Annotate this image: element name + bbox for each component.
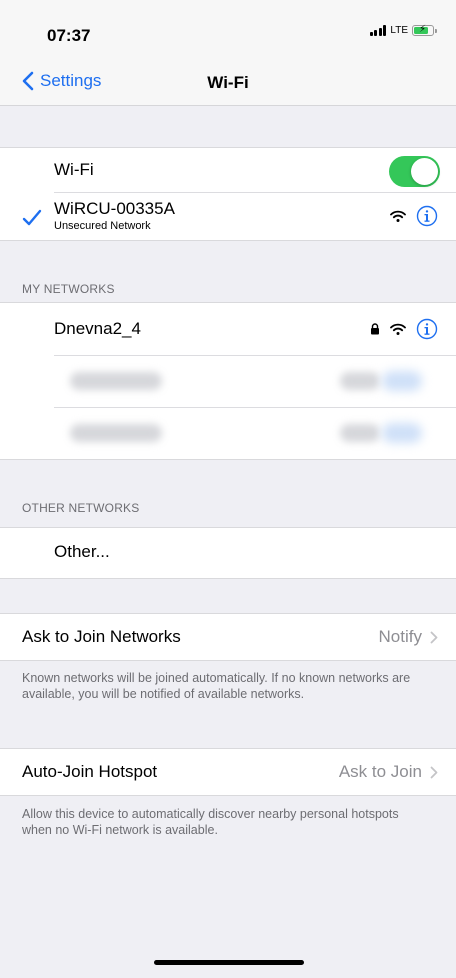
wifi-toggle-switch[interactable] (389, 156, 440, 187)
cellular-signal-icon (369, 25, 387, 36)
ask-to-join-row[interactable]: Ask to Join Networks Notify (0, 614, 456, 660)
status-indicators: LTE ⚡ (369, 24, 437, 36)
chevron-right-icon (430, 631, 438, 643)
battery-charging-icon: ⚡ (412, 24, 437, 36)
redacted-network-name (70, 424, 162, 442)
connected-network-name: WiRCU-00335A (54, 199, 175, 218)
status-time: 07:37 (47, 26, 91, 45)
my-networks-group: Dnevna2_4 (0, 302, 456, 460)
network-type-label: LTE (390, 25, 408, 36)
page-title: Wi-Fi (207, 73, 249, 92)
wifi-toggle-label: Wi-Fi (54, 160, 94, 179)
redacted-network-icons (340, 372, 380, 390)
my-networks-header: MY NETWORKS (22, 282, 115, 296)
wifi-signal-icon (390, 210, 406, 222)
connected-network-status: Unsecured Network (54, 220, 151, 232)
redacted-info-icon (382, 423, 422, 443)
redacted-network-name (70, 372, 162, 390)
status-bar: 07:37 LTE ⚡ (0, 0, 456, 62)
auto-join-hotspot-value: Ask to Join (339, 762, 438, 782)
wifi-toggle-row: Wi-Fi (0, 148, 456, 192)
network-row-icons (370, 318, 438, 340)
network-row[interactable]: Dnevna2_4 (0, 303, 456, 355)
redacted-network-icons (340, 424, 380, 442)
network-row-redacted[interactable] (0, 407, 456, 459)
network-row-redacted[interactable] (0, 355, 456, 407)
other-networks-group: Other... (0, 527, 456, 579)
chevron-right-icon (430, 766, 438, 778)
ask-to-join-note: Known networks will be joined automatica… (22, 671, 411, 701)
info-icon[interactable] (416, 205, 438, 227)
auto-join-hotspot-value-text: Ask to Join (338, 762, 422, 781)
connected-network-icons (390, 205, 438, 227)
info-icon[interactable] (416, 318, 438, 340)
auto-join-hotspot-group: Auto-Join Hotspot Ask to Join (0, 748, 456, 796)
network-name: Dnevna2_4 (54, 319, 141, 338)
other-networks-header: OTHER NETWORKS (22, 501, 140, 515)
connected-network-row[interactable]: WiRCU-00335A Unsecured Network (0, 192, 456, 240)
ask-to-join-value: Notify (379, 627, 438, 647)
home-indicator[interactable] (154, 960, 304, 965)
ask-to-join-value-text: Notify (378, 627, 422, 646)
auto-join-hotspot-note: Allow this device to automatically disco… (22, 807, 399, 837)
other-network-row[interactable]: Other... (0, 528, 456, 578)
auto-join-hotspot-row[interactable]: Auto-Join Hotspot Ask to Join (0, 749, 456, 795)
wifi-signal-icon (390, 323, 406, 335)
auto-join-hotspot-label: Auto-Join Hotspot (22, 762, 158, 781)
navigation-bar: Settings Wi-Fi (0, 62, 456, 106)
other-network-label: Other... (54, 542, 110, 561)
checkmark-icon (22, 209, 42, 226)
ask-to-join-label: Ask to Join Networks (22, 627, 181, 646)
ask-to-join-group: Ask to Join Networks Notify (0, 613, 456, 661)
lock-icon (371, 323, 379, 335)
wifi-group: Wi-Fi WiRCU-00335A Unsecured Network (0, 147, 456, 241)
redacted-info-icon (382, 371, 422, 391)
